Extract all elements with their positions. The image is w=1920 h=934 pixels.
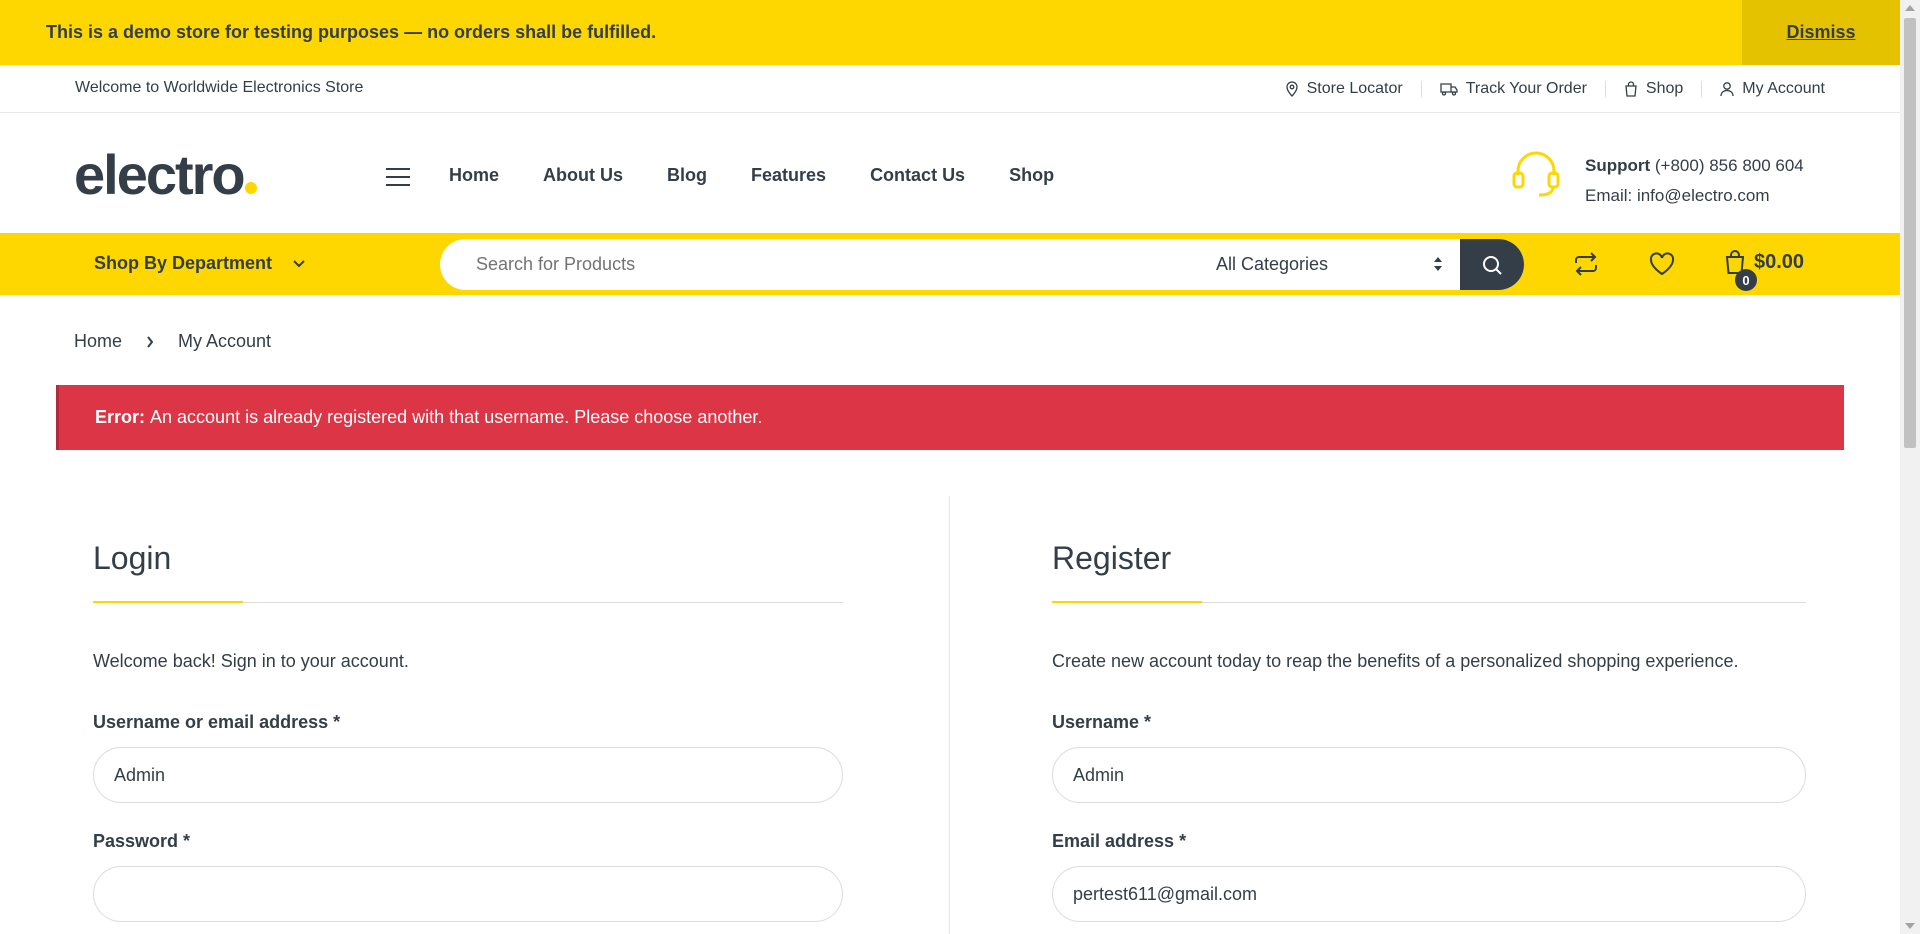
- map-pin-icon: [1285, 81, 1298, 97]
- category-select-value: All Categories: [1216, 254, 1329, 274]
- login-password-label: Password *: [93, 831, 191, 851]
- chevron-right-icon: [147, 335, 154, 348]
- nav-shop[interactable]: Shop: [1009, 165, 1054, 186]
- scroll-down-arrow[interactable]: [1905, 923, 1915, 929]
- heart-icon[interactable]: [1648, 251, 1676, 277]
- dismiss-button[interactable]: Dismiss: [1742, 0, 1900, 65]
- shop-link[interactable]: Shop: [1606, 80, 1703, 97]
- logo[interactable]: electro: [74, 147, 257, 203]
- nav-contact-us[interactable]: Contact Us: [870, 165, 965, 186]
- cart-button[interactable]: 0 $0.00: [1724, 249, 1805, 291]
- headset-icon: [1512, 151, 1560, 197]
- scroll-thumb[interactable]: [1904, 18, 1916, 448]
- register-email-label: Email address *: [1052, 831, 1187, 851]
- register-username-input[interactable]: [1052, 747, 1806, 803]
- register-email-input[interactable]: [1052, 866, 1806, 922]
- top-links: Store Locator Track Your Order Shop My A…: [1267, 65, 1825, 113]
- breadcrumb-current: My Account: [178, 331, 272, 351]
- error-prefix: Error:: [95, 407, 146, 427]
- register-section: Register Create new account today to rea…: [1052, 540, 1806, 922]
- page-scrollbar[interactable]: [1900, 0, 1920, 934]
- register-description: Create new account today to reap the ben…: [1052, 651, 1739, 671]
- support-email[interactable]: Email: info@electro.com: [1585, 181, 1804, 211]
- user-icon: [1720, 82, 1734, 97]
- demo-store-notice: This is a demo store for testing purpose…: [0, 0, 1900, 65]
- login-username-label: Username or email address *: [93, 712, 341, 732]
- store-locator-link[interactable]: Store Locator: [1267, 80, 1422, 97]
- column-divider: [949, 496, 950, 934]
- login-description: Welcome back! Sign in to your account.: [93, 651, 409, 671]
- logo-text: electro: [74, 143, 246, 206]
- login-password-input[interactable]: [93, 866, 843, 922]
- cart-total: $0.00: [1754, 250, 1805, 273]
- menu-icon[interactable]: [386, 168, 410, 188]
- store-locator-label: Store Locator: [1306, 80, 1403, 97]
- logo-dot: [244, 182, 257, 194]
- login-username-input[interactable]: [93, 747, 843, 803]
- site-header: electro Home About Us Blog Features Cont…: [0, 113, 1900, 233]
- register-title: Register: [1052, 540, 1806, 603]
- support-info: Support (+800) 856 800 604 Email: info@e…: [1585, 151, 1804, 211]
- breadcrumb: Home My Account: [74, 331, 271, 352]
- search-button[interactable]: [1460, 239, 1524, 290]
- truck-icon: [1440, 83, 1458, 96]
- error-notice: Error: An account is already registered …: [56, 385, 1844, 450]
- my-account-link[interactable]: My Account: [1702, 80, 1825, 97]
- category-select[interactable]: All Categories: [1216, 239, 1456, 290]
- shopping-bag-icon: [1625, 81, 1637, 97]
- select-arrows-icon: [1434, 257, 1442, 271]
- track-order-link[interactable]: Track Your Order: [1422, 80, 1606, 97]
- error-message: An account is already registered with th…: [150, 407, 763, 427]
- search-icon: [1483, 255, 1502, 275]
- nav-features[interactable]: Features: [751, 165, 826, 186]
- nav-blog[interactable]: Blog: [667, 165, 707, 186]
- track-order-label: Track Your Order: [1465, 80, 1587, 97]
- login-title: Login: [93, 540, 843, 603]
- top-bar: Welcome to Worldwide Electronics Store S…: [0, 65, 1900, 113]
- welcome-text: Welcome to Worldwide Electronics Store: [75, 79, 364, 96]
- support-label: Support: [1585, 156, 1651, 175]
- shop-by-department-button[interactable]: Shop By Department: [94, 253, 306, 274]
- nav-home[interactable]: Home: [449, 165, 499, 186]
- demo-notice-text: This is a demo store for testing purpose…: [46, 22, 657, 42]
- main-nav: Home About Us Blog Features Contact Us S…: [449, 165, 1098, 186]
- search-bar-row: Shop By Department All Categories 0 $0.0…: [0, 233, 1900, 295]
- compare-icon[interactable]: [1572, 251, 1600, 277]
- search-form: All Categories: [440, 239, 1524, 290]
- my-account-label: My Account: [1742, 80, 1825, 97]
- scroll-up-arrow[interactable]: [1905, 5, 1915, 11]
- shop-label: Shop: [1645, 80, 1684, 97]
- register-username-label: Username *: [1052, 712, 1152, 732]
- support-phone[interactable]: (+800) 856 800 604: [1655, 156, 1804, 175]
- chevron-down-icon: [293, 260, 305, 268]
- breadcrumb-home[interactable]: Home: [74, 331, 122, 352]
- search-input[interactable]: [476, 239, 1176, 290]
- shop-by-department-label: Shop By Department: [94, 253, 273, 273]
- nav-about-us[interactable]: About Us: [543, 165, 623, 186]
- login-section: Login Welcome back! Sign in to your acco…: [93, 540, 843, 922]
- cart-count-badge: 0: [1735, 269, 1757, 291]
